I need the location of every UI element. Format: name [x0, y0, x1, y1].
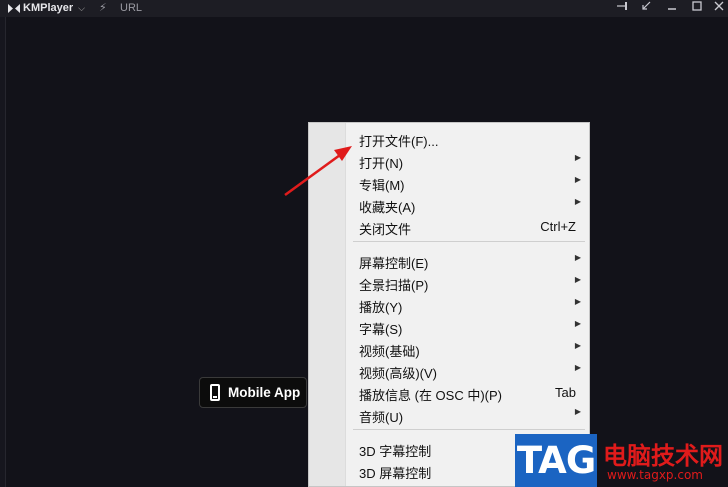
app-logo[interactable]: KMPlayer ⌵ [8, 2, 85, 14]
menu-item-album[interactable]: 专辑(M) ▶ [346, 171, 589, 193]
submenu-arrow-icon: ▶ [574, 275, 581, 284]
menu-item-video-advanced[interactable]: 视频(高级)(V) ▶ [346, 359, 589, 381]
menu-item-open[interactable]: 打开(N) ▶ [346, 149, 589, 171]
tag-logo: TAG [515, 434, 597, 487]
menu-item-label: 字幕(S) [359, 322, 403, 337]
lightning-icon[interactable]: ⚡ [99, 1, 107, 14]
menu-item-audio[interactable]: 音频(U) ▶ [346, 403, 589, 425]
kmplayer-logo-icon [8, 3, 20, 13]
watermark-url: www.tagxp.com [607, 468, 703, 482]
menu-item-shortcut: Tab [555, 385, 576, 400]
mobile-app-button[interactable]: Mobile App [199, 377, 307, 408]
menu-item-label: 全景扫描(P) [359, 278, 429, 293]
submenu-arrow-icon: ▶ [574, 341, 581, 350]
title-bar: KMPlayer ⌵ ⚡ URL [0, 0, 728, 17]
submenu-arrow-icon: ▶ [574, 197, 581, 206]
menu-item-video-basic[interactable]: 视频(基础) ▶ [346, 337, 589, 359]
chevron-down-icon[interactable]: ⌵ [78, 3, 85, 14]
menu-item-label: 视频(高级)(V) [359, 366, 437, 381]
menu-item-label: 收藏夹(A) [359, 200, 416, 215]
menu-item-panscan[interactable]: 全景扫描(P) ▶ [346, 271, 589, 293]
menu-item-label: 打开文件(F)... [359, 134, 439, 149]
restore-small-icon[interactable] [639, 1, 653, 14]
menu-item-label: 屏幕控制(E) [359, 256, 429, 271]
watermark-site-name: 电脑技术网 [603, 442, 723, 470]
menu-item-shortcut: Ctrl+Z [540, 219, 576, 234]
pin-icon[interactable] [616, 1, 630, 14]
submenu-arrow-icon: ▶ [574, 297, 581, 306]
menu-item-label: 播放(Y) [359, 300, 403, 315]
close-icon[interactable] [712, 1, 726, 14]
menu-item-close-file[interactable]: 关闭文件 Ctrl+Z [346, 215, 589, 237]
menu-item-label: 3D 字幕控制 [359, 444, 432, 459]
submenu-arrow-icon: ▶ [574, 175, 581, 184]
submenu-arrow-icon: ▶ [574, 407, 581, 416]
menu-separator [353, 429, 585, 430]
minimize-icon[interactable] [665, 1, 679, 14]
menu-item-favorites[interactable]: 收藏夹(A) ▶ [346, 193, 589, 215]
phone-icon [210, 384, 220, 401]
maximize-icon[interactable] [690, 1, 704, 14]
menu-item-label: 3D 屏幕控制 [359, 466, 432, 481]
menu-item-label: 打开(N) [359, 156, 404, 171]
submenu-arrow-icon: ▶ [574, 253, 581, 262]
context-menu: 打开文件(F)... 打开(N) ▶ 专辑(M) ▶ 收藏夹(A) ▶ 关闭文件… [308, 122, 590, 487]
submenu-arrow-icon: ▶ [574, 319, 581, 328]
menu-item-open-file[interactable]: 打开文件(F)... [346, 127, 589, 149]
menu-item-label: 视频(基础) [359, 344, 420, 359]
menu-item-subtitles[interactable]: 字幕(S) ▶ [346, 315, 589, 337]
menu-item-playback-info[interactable]: 播放信息 (在 OSC 中)(P) Tab [346, 381, 589, 403]
menu-separator [353, 241, 585, 242]
menu-item-label: 音频(U) [359, 410, 404, 425]
menu-item-playback[interactable]: 播放(Y) ▶ [346, 293, 589, 315]
url-button[interactable]: URL [120, 2, 142, 14]
mobile-app-label: Mobile App [228, 385, 301, 400]
menu-item-label: 专辑(M) [359, 178, 405, 193]
watermark: TAG 电脑技术网 www.tagxp.com [515, 434, 728, 487]
app-name: KMPlayer [23, 2, 74, 14]
submenu-arrow-icon: ▶ [574, 153, 581, 162]
menu-item-screen-control[interactable]: 屏幕控制(E) ▶ [346, 249, 589, 271]
menu-icon-column [309, 123, 346, 486]
menu-item-label: 关闭文件 [359, 222, 412, 237]
left-border [5, 17, 6, 487]
menu-item-label: 播放信息 (在 OSC 中)(P) [359, 388, 502, 403]
submenu-arrow-icon: ▶ [574, 363, 581, 372]
